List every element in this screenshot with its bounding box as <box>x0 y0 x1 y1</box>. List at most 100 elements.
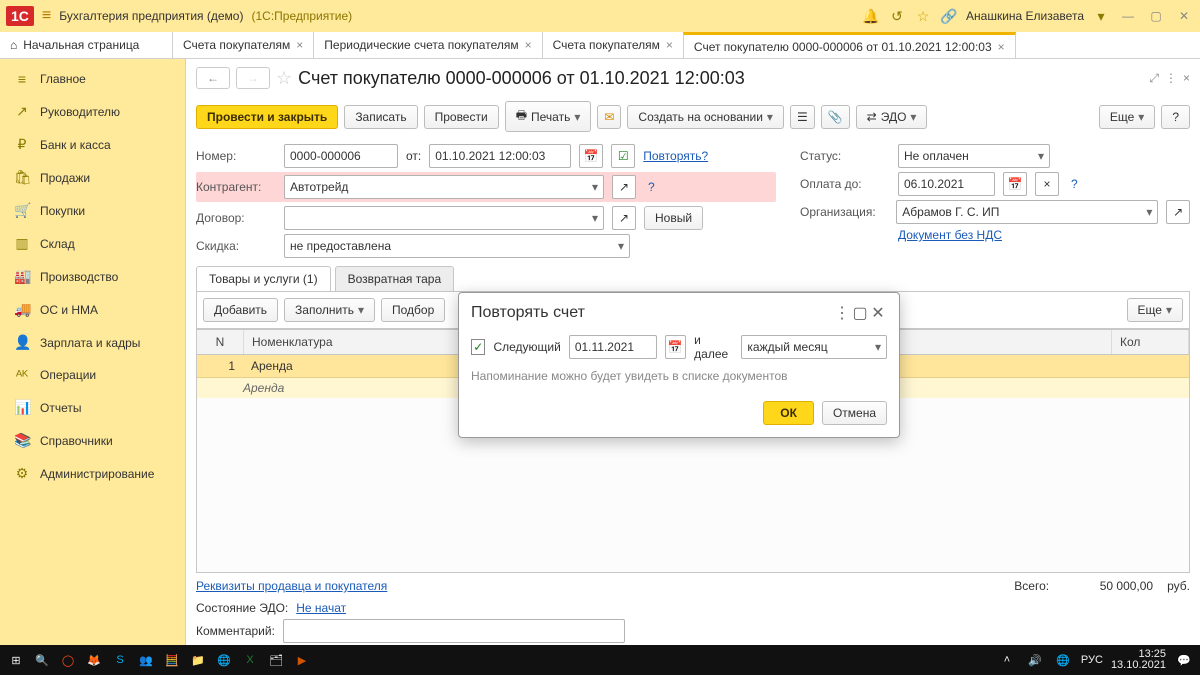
bell-icon[interactable]: 🔔 <box>862 8 880 25</box>
pay-clear-button[interactable]: × <box>1035 172 1059 196</box>
discount-input[interactable]: не предоставлена▾ <box>284 234 630 258</box>
new-contract-button[interactable]: Новый <box>644 206 703 230</box>
status-input[interactable]: Не оплачен▾ <box>898 144 1050 168</box>
sidebar-item-production[interactable]: 🏭Производство <box>0 260 185 293</box>
open-link-icon[interactable]: ⤢ <box>1149 71 1159 86</box>
network-icon[interactable]: 🌐 <box>1053 654 1073 667</box>
tab-item[interactable]: Периодические счета покупателям × <box>314 32 542 58</box>
tab-tare[interactable]: Возвратная тара <box>335 266 455 291</box>
org-input[interactable]: Абрамов Г. С. ИП▾ <box>896 200 1158 224</box>
open-org-button[interactable]: ↗ <box>1166 200 1190 224</box>
taskbar-app-icon[interactable]: X <box>240 654 260 666</box>
back-button[interactable]: ← <box>196 67 230 89</box>
seller-buyer-link[interactable]: Реквизиты продавца и покупателя <box>196 579 387 593</box>
tab-close-icon[interactable]: × <box>998 40 1005 54</box>
link-icon[interactable]: 🔗 <box>940 8 958 25</box>
cancel-button[interactable]: Отмена <box>822 401 887 425</box>
sound-icon[interactable]: 🔊 <box>1025 654 1045 667</box>
sidebar-item-warehouse[interactable]: ▥Склад <box>0 227 185 260</box>
sidebar-item-payroll[interactable]: 👤Зарплата и кадры <box>0 326 185 359</box>
pay-date-input[interactable]: 06.10.2021 <box>898 172 995 196</box>
col-n[interactable]: N <box>197 330 244 354</box>
sidebar-item-reports[interactable]: 📊Отчеты <box>0 391 185 424</box>
post-and-close-button[interactable]: Провести и закрыть <box>196 105 338 129</box>
more-vert-icon[interactable]: ⋮ <box>1165 71 1177 86</box>
tab-item[interactable]: Счета покупателям × <box>543 32 684 58</box>
tray-date[interactable]: 13.10.2021 <box>1111 660 1166 671</box>
help-button[interactable]: ? <box>1161 105 1190 129</box>
taskbar-app-icon[interactable]: ◯ <box>58 654 78 667</box>
taskbar-app-icon[interactable]: 🌐 <box>214 654 234 667</box>
sidebar-item-purchases[interactable]: 🛒Покупки <box>0 194 185 227</box>
taskbar-app-icon[interactable]: 🧮 <box>162 654 182 667</box>
open-contract-button[interactable]: ↗ <box>612 206 636 230</box>
date-input[interactable]: 01.10.2021 12:00:03 <box>429 144 571 168</box>
checkbox-icon[interactable]: ☑ <box>611 144 635 168</box>
fill-button[interactable]: Заполнить▾ <box>284 298 375 322</box>
forward-button[interactable]: → <box>236 67 270 89</box>
history-icon[interactable]: ↺ <box>888 8 906 25</box>
tray-lang[interactable]: РУС <box>1081 654 1103 666</box>
dialog-close-icon[interactable]: ✕ <box>869 303 887 323</box>
sidebar-item-assets[interactable]: 🚚ОС и НМА <box>0 293 185 326</box>
tray-up-icon[interactable]: ˄ <box>997 654 1017 666</box>
tab-close-icon[interactable]: × <box>525 38 532 52</box>
taskbar-app-icon[interactable]: 🦊 <box>84 654 104 667</box>
taskbar-app-icon[interactable]: ▶ <box>292 654 312 667</box>
table-more-button[interactable]: Еще▾ <box>1127 298 1183 322</box>
sidebar-item-main[interactable]: ≡Главное <box>0 63 185 95</box>
open-contragent-button[interactable]: ↗ <box>612 175 636 199</box>
edo-state-link[interactable]: Не начат <box>296 601 346 615</box>
sidebar-item-admin[interactable]: ⚙Администрирование <box>0 457 185 490</box>
dialog-more-icon[interactable]: ⋮ <box>833 303 851 323</box>
tab-close-icon[interactable]: × <box>666 38 673 52</box>
email-button[interactable]: ✉ <box>597 105 621 129</box>
period-select[interactable]: каждый месяц▾ <box>741 335 887 359</box>
start-icon[interactable]: ⊞ <box>6 654 26 667</box>
tab-item-active[interactable]: Счет покупателю 0000-000006 от 01.10.202… <box>683 32 1016 58</box>
col-qty[interactable]: Кол <box>1112 330 1189 354</box>
pay-calendar-button[interactable]: 📅 <box>1003 172 1027 196</box>
tab-home[interactable]: ⌂ Начальная страница <box>0 32 173 58</box>
structure-button[interactable]: ☰ <box>790 105 815 129</box>
contragent-help-icon[interactable]: ? <box>648 180 655 194</box>
search-icon[interactable]: 🔍 <box>32 654 52 667</box>
create-basis-button[interactable]: Создать на основании▾ <box>627 105 784 129</box>
sidebar-item-manager[interactable]: ↗Руководителю <box>0 95 185 128</box>
sidebar-item-bank[interactable]: ₽Банк и касса <box>0 128 185 161</box>
close-icon[interactable]: ✕ <box>1174 9 1194 23</box>
tab-close-icon[interactable]: × <box>296 38 303 52</box>
dialog-maximize-icon[interactable]: ▢ <box>851 303 869 323</box>
doc-without-vat-link[interactable]: Документ без НДС <box>898 228 1002 242</box>
write-button[interactable]: Записать <box>344 105 417 129</box>
contragent-input[interactable]: Автотрейд▾ <box>284 175 604 199</box>
pay-help-icon[interactable]: ? <box>1071 177 1078 191</box>
close-panel-icon[interactable]: × <box>1183 71 1190 86</box>
sidebar-item-sales[interactable]: 🛍Продажи <box>0 161 185 194</box>
taskbar-app-icon[interactable]: 🗂 <box>266 654 286 667</box>
next-date-input[interactable]: 01.11.2021 <box>569 335 657 359</box>
print-button[interactable]: 🖶Печать▾ <box>505 101 592 132</box>
sidebar-item-operations[interactable]: ᴬᴷОперации <box>0 359 185 391</box>
menu-burger-icon[interactable]: ≡ <box>42 7 51 25</box>
repeat-link[interactable]: Повторять? <box>643 149 708 163</box>
user-dropdown-icon[interactable]: ▾ <box>1092 8 1110 25</box>
contract-input[interactable]: ▾ <box>284 206 604 230</box>
post-button[interactable]: Провести <box>424 105 499 129</box>
minimize-icon[interactable]: — <box>1118 9 1138 23</box>
star-icon[interactable]: ☆ <box>914 8 932 25</box>
calendar-button[interactable]: 📅 <box>579 144 603 168</box>
number-input[interactable]: 0000-000006 <box>284 144 398 168</box>
pick-button[interactable]: Подбор <box>381 298 445 322</box>
next-checkbox[interactable]: ✓ <box>471 339 485 355</box>
maximize-icon[interactable]: ▢ <box>1146 9 1166 23</box>
taskbar-app-icon[interactable]: S <box>110 654 130 666</box>
tab-goods[interactable]: Товары и услуги (1) <box>196 266 331 291</box>
current-user[interactable]: Анашкина Елизавета <box>966 9 1084 23</box>
add-row-button[interactable]: Добавить <box>203 298 278 322</box>
ok-button[interactable]: ОК <box>763 401 814 425</box>
notifications-icon[interactable]: 💬 <box>1174 654 1194 667</box>
more-button[interactable]: Еще▾ <box>1099 105 1155 129</box>
sidebar-item-refs[interactable]: 📚Справочники <box>0 424 185 457</box>
favorite-icon[interactable]: ☆ <box>276 68 292 89</box>
